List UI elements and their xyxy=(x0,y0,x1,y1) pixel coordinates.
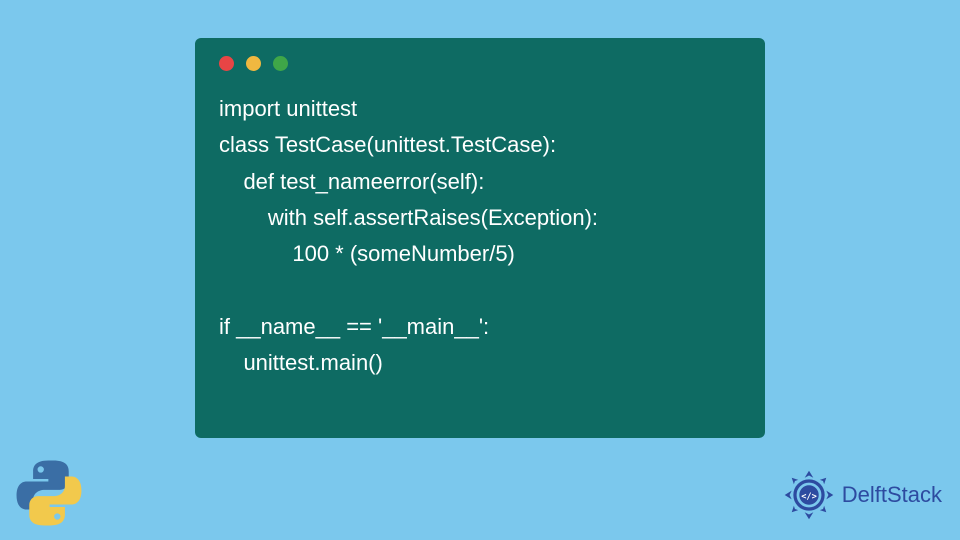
maximize-icon xyxy=(273,56,288,71)
minimize-icon xyxy=(246,56,261,71)
svg-text:</>: </> xyxy=(801,492,817,502)
window-controls xyxy=(219,56,741,71)
code-block: import unittest class TestCase(unittest.… xyxy=(219,91,741,381)
delftstack-label: DelftStack xyxy=(842,482,942,508)
code-window: import unittest class TestCase(unittest.… xyxy=(195,38,765,438)
delftstack-badge-icon: </> </> xyxy=(782,468,836,522)
close-icon xyxy=(219,56,234,71)
python-logo-icon xyxy=(14,458,84,528)
delftstack-branding: </> </> DelftStack xyxy=(782,468,942,522)
